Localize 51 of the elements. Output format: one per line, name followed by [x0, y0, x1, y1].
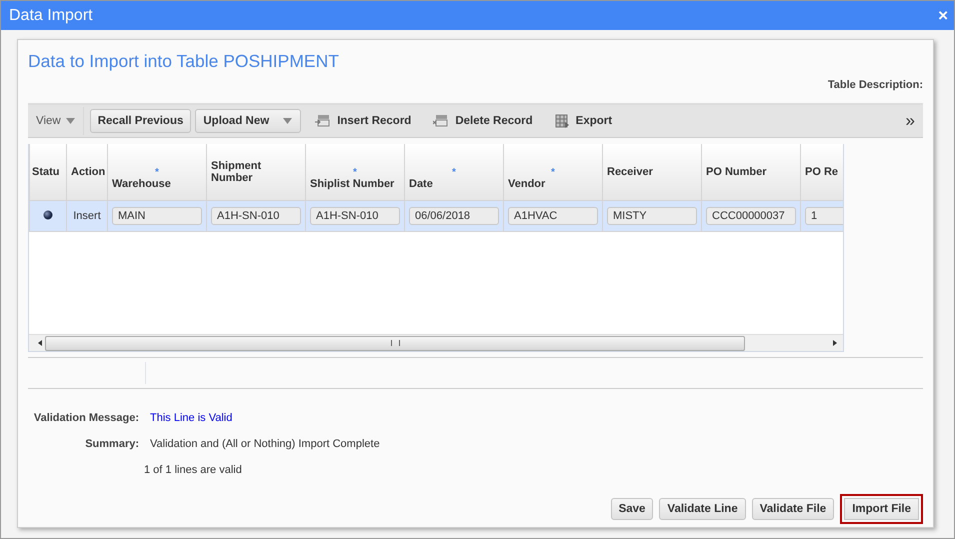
validation-message: This Line is Valid [150, 412, 232, 424]
valid-count-text: 1 of 1 lines are valid [144, 464, 242, 476]
required-marker: * [451, 168, 457, 178]
cell-field[interactable]: A1H-SN-010 [211, 207, 301, 225]
field-label: Summary: [84, 438, 139, 450]
close-button[interactable]: × [936, 7, 950, 24]
caret-icon [66, 118, 75, 124]
column-header[interactable]: * Warehouse [108, 144, 206, 200]
column-header[interactable]: PO Number [702, 144, 800, 200]
column-header[interactable]: PO Re [800, 144, 843, 200]
delete-record-icon [433, 114, 450, 128]
more-button[interactable]: » [902, 111, 919, 131]
spreadsheet-icon [554, 114, 570, 128]
cell-field[interactable]: CCC00000037 [706, 207, 796, 225]
field-label: Validation Message: [32, 412, 139, 424]
cell-field[interactable]: 1 [805, 207, 843, 225]
caret-icon [283, 118, 292, 124]
column-header[interactable]: * Shiplist Number [306, 144, 404, 200]
column-header[interactable]: Shipment Number [206, 144, 306, 200]
status-dot-icon [43, 210, 53, 220]
horizontal-scrollbar[interactable] [29, 334, 843, 351]
action-button[interactable]: Import File [840, 494, 923, 524]
column-header[interactable]: Action [66, 144, 108, 200]
cell-field[interactable]: MISTY [607, 207, 697, 225]
action-button[interactable]: Validate File [752, 498, 834, 520]
column-header[interactable]: * Vendor [504, 144, 602, 200]
cell-field[interactable]: A1H-SN-010 [310, 207, 400, 225]
column-header[interactable]: Receiver [602, 144, 702, 200]
action-button[interactable]: Validate Line [659, 498, 746, 520]
page-heading: Data to Import into Table POSHIPMENT [28, 51, 340, 72]
cell-field[interactable]: 06/06/2018 [409, 207, 499, 225]
action-button[interactable]: Save [610, 498, 654, 520]
cell-field[interactable]: MAIN [112, 207, 202, 225]
field-label: Table Description: [828, 79, 923, 93]
required-marker: * [550, 168, 556, 178]
upload-dropdown[interactable]: Upload New [195, 109, 302, 133]
summary-text: Validation and (All or Nothing) Import Complete [150, 438, 380, 450]
column-header[interactable]: Statu [30, 144, 66, 200]
cell-field[interactable]: A1HVAC [508, 207, 598, 225]
required-marker: * [352, 168, 358, 178]
view-menu[interactable]: View [36, 107, 84, 135]
table-cell: Insert [66, 200, 108, 232]
required-marker: * [154, 168, 160, 178]
window-title: Data Import [9, 6, 93, 24]
toolbar-button[interactable]: Recall Previous [90, 109, 192, 133]
insert-record-icon [315, 114, 332, 128]
toolbar-button[interactable]: Delete Record [423, 114, 541, 128]
toolbar-button[interactable]: Export [544, 114, 620, 128]
column-header[interactable]: * Date [404, 144, 504, 200]
table-row[interactable]: Insert MAIN A1H-SN-010 A1H-SN-010 06/06/2018 A1HVAC MISTY CCC00000037 1 [30, 200, 843, 232]
toolbar-button[interactable]: Insert Record [305, 114, 420, 128]
